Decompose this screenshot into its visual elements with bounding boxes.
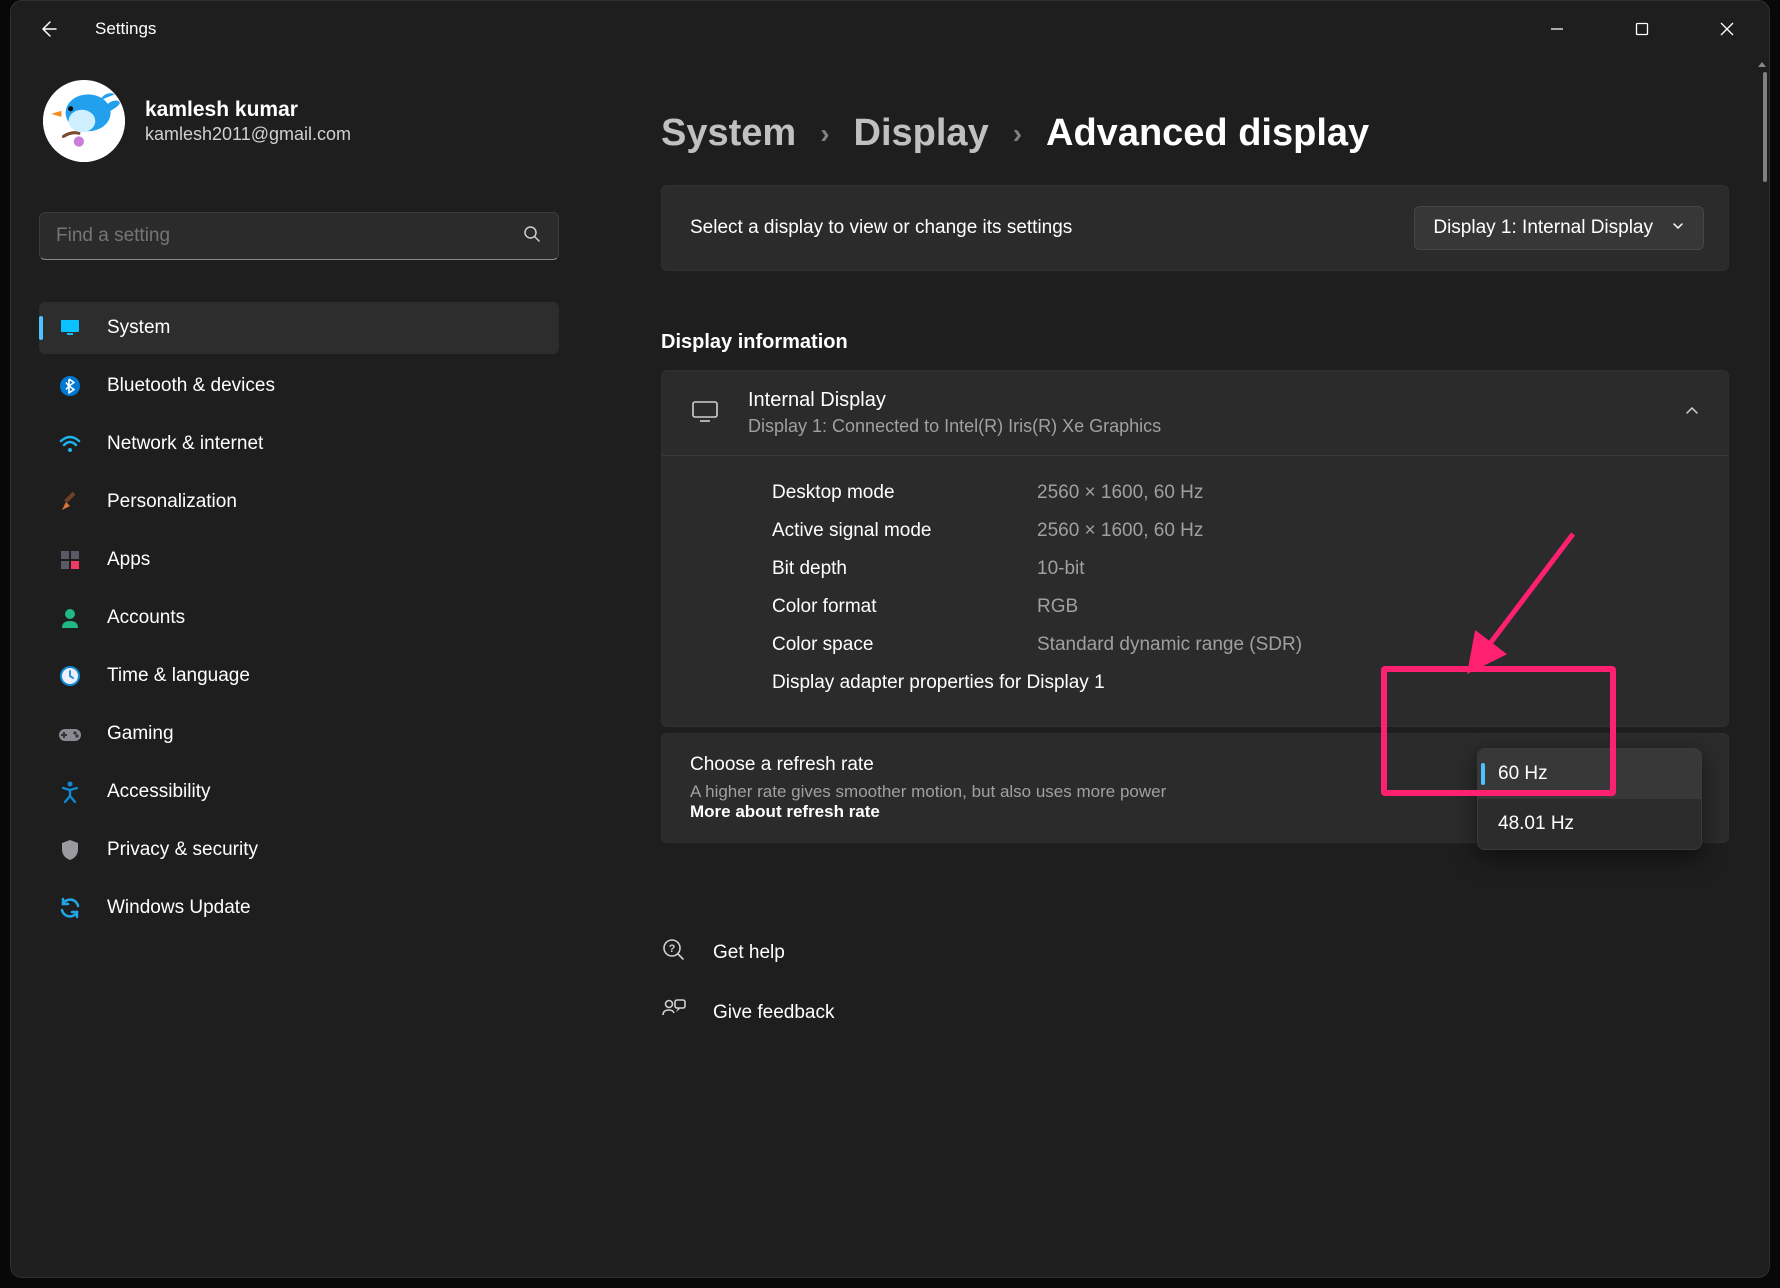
sidebar-item-label: Personalization bbox=[107, 491, 237, 513]
scrollbar[interactable] bbox=[1759, 56, 1769, 1277]
gamepad-icon bbox=[57, 721, 83, 747]
sidebar-item-label: System bbox=[107, 317, 170, 339]
sidebar-item-system[interactable]: System bbox=[39, 302, 559, 354]
feedback-icon bbox=[661, 997, 687, 1029]
breadcrumb: System › Display › Advanced display bbox=[661, 56, 1729, 155]
profile-block[interactable]: kamlesh kumar kamlesh2011@gmail.com bbox=[39, 68, 583, 192]
refresh-rate-card: Choose a refresh rate A higher rate give… bbox=[661, 733, 1729, 843]
breadcrumb-display[interactable]: Display bbox=[854, 112, 989, 155]
sync-icon bbox=[57, 895, 83, 921]
breadcrumb-current: Advanced display bbox=[1046, 112, 1369, 155]
search-icon bbox=[522, 224, 542, 249]
window-controls bbox=[1514, 1, 1769, 56]
bluetooth-icon bbox=[57, 373, 83, 399]
feedback-label: Give feedback bbox=[713, 1002, 834, 1024]
refresh-more-link[interactable]: More about refresh rate bbox=[690, 802, 880, 821]
display-selector-label: Select a display to view or change its s… bbox=[690, 217, 1390, 239]
get-help-label: Get help bbox=[713, 942, 785, 964]
search-box[interactable] bbox=[39, 212, 559, 260]
get-help-link[interactable]: ? Get help bbox=[661, 923, 1729, 983]
shield-icon bbox=[57, 837, 83, 863]
monitor-icon bbox=[57, 315, 83, 341]
section-title: Display information bbox=[661, 331, 1729, 354]
close-button[interactable] bbox=[1684, 1, 1769, 56]
maximize-button[interactable] bbox=[1599, 1, 1684, 56]
wifi-icon bbox=[57, 431, 83, 457]
info-row: Color spaceStandard dynamic range (SDR) bbox=[772, 626, 1700, 664]
settings-window: Settings bbox=[10, 0, 1770, 1278]
sidebar-item-update[interactable]: Windows Update bbox=[39, 882, 559, 934]
display-info-header[interactable]: Internal Display Display 1: Connected to… bbox=[662, 371, 1728, 455]
breadcrumb-system[interactable]: System bbox=[661, 112, 796, 155]
search-input[interactable] bbox=[56, 225, 522, 247]
info-row: Color formatRGB bbox=[772, 588, 1700, 626]
paintbrush-icon bbox=[57, 489, 83, 515]
display-selector-card: Select a display to view or change its s… bbox=[661, 185, 1729, 271]
minimize-button[interactable] bbox=[1514, 1, 1599, 56]
help-links: ? Get help Give feedback bbox=[661, 923, 1729, 1043]
titlebar: Settings bbox=[11, 1, 1769, 56]
scroll-up-icon[interactable] bbox=[1755, 58, 1769, 70]
chevron-right-icon: › bbox=[820, 118, 829, 150]
sidebar-item-accounts[interactable]: Accounts bbox=[39, 592, 559, 644]
display-info-card: Internal Display Display 1: Connected to… bbox=[661, 370, 1729, 727]
user-email: kamlesh2011@gmail.com bbox=[145, 124, 351, 145]
info-row: Desktop mode2560 × 1600, 60 Hz bbox=[772, 474, 1700, 512]
chevron-up-icon bbox=[1684, 403, 1700, 424]
refresh-option-60[interactable]: 60 Hz bbox=[1478, 749, 1701, 799]
sidebar-item-label: Privacy & security bbox=[107, 839, 258, 861]
sidebar-item-label: Bluetooth & devices bbox=[107, 375, 275, 397]
nav-list: System Bluetooth & devices Network & int… bbox=[39, 302, 559, 934]
sidebar-item-bluetooth[interactable]: Bluetooth & devices bbox=[39, 360, 559, 412]
chevron-down-icon bbox=[1671, 217, 1685, 239]
sidebar: kamlesh kumar kamlesh2011@gmail.com Syst… bbox=[11, 56, 591, 1277]
apps-icon bbox=[57, 547, 83, 573]
app-title: Settings bbox=[95, 19, 156, 39]
sidebar-item-gaming[interactable]: Gaming bbox=[39, 708, 559, 760]
sidebar-item-personalization[interactable]: Personalization bbox=[39, 476, 559, 528]
sidebar-item-label: Network & internet bbox=[107, 433, 263, 455]
sidebar-item-label: Apps bbox=[107, 549, 150, 571]
avatar bbox=[43, 80, 125, 162]
help-icon: ? bbox=[661, 937, 687, 969]
sidebar-item-privacy[interactable]: Privacy & security bbox=[39, 824, 559, 876]
display-title: Internal Display bbox=[748, 389, 1161, 412]
refresh-option-48[interactable]: 48.01 Hz bbox=[1478, 799, 1701, 849]
refresh-rate-dropdown[interactable]: 60 Hz 48.01 Hz bbox=[1477, 748, 1702, 850]
sidebar-item-label: Windows Update bbox=[107, 897, 251, 919]
scrollbar-thumb[interactable] bbox=[1763, 72, 1767, 182]
clock-icon bbox=[57, 663, 83, 689]
sidebar-item-label: Gaming bbox=[107, 723, 174, 745]
info-row: Bit depth10-bit bbox=[772, 550, 1700, 588]
back-button[interactable] bbox=[23, 1, 73, 56]
accessibility-icon bbox=[57, 779, 83, 805]
sidebar-item-label: Time & language bbox=[107, 665, 250, 687]
user-name: kamlesh kumar bbox=[145, 98, 351, 122]
refresh-subtitle: A higher rate gives smoother motion, but… bbox=[690, 782, 1166, 802]
sidebar-item-label: Accessibility bbox=[107, 781, 210, 803]
main-pane: System › Display › Advanced display Sele… bbox=[591, 56, 1769, 1277]
monitor-outline-icon bbox=[690, 396, 720, 431]
svg-text:?: ? bbox=[669, 943, 676, 955]
sidebar-item-accessibility[interactable]: Accessibility bbox=[39, 766, 559, 818]
display-selector-dropdown[interactable]: Display 1: Internal Display bbox=[1414, 206, 1704, 250]
feedback-link[interactable]: Give feedback bbox=[661, 983, 1729, 1043]
refresh-title: Choose a refresh rate bbox=[690, 754, 1166, 776]
chevron-right-icon: › bbox=[1013, 118, 1022, 150]
display-selector-value: Display 1: Internal Display bbox=[1433, 217, 1653, 239]
sidebar-item-apps[interactable]: Apps bbox=[39, 534, 559, 586]
info-rows: Desktop mode2560 × 1600, 60 Hz Active si… bbox=[662, 455, 1728, 726]
sidebar-item-label: Accounts bbox=[107, 607, 185, 629]
person-icon bbox=[57, 605, 83, 631]
adapter-properties-link[interactable]: Display adapter properties for Display 1 bbox=[772, 664, 1700, 702]
info-row: Active signal mode2560 × 1600, 60 Hz bbox=[772, 512, 1700, 550]
sidebar-item-time[interactable]: Time & language bbox=[39, 650, 559, 702]
sidebar-item-network[interactable]: Network & internet bbox=[39, 418, 559, 470]
display-subtitle: Display 1: Connected to Intel(R) Iris(R)… bbox=[748, 416, 1161, 437]
